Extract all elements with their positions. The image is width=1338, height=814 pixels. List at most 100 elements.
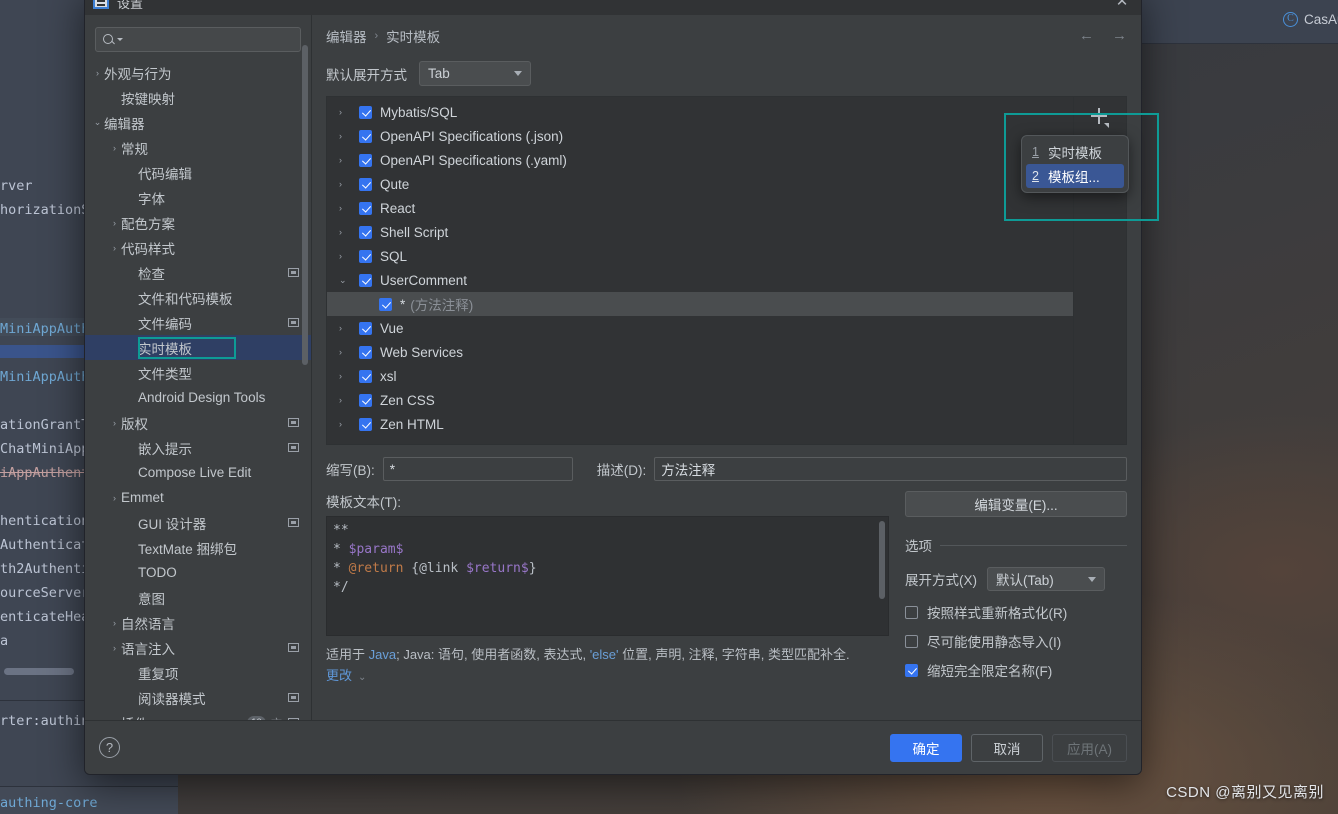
template-checkbox[interactable] [359,154,372,167]
chevron-right-icon[interactable]: › [108,218,121,228]
template-checkbox[interactable] [359,226,372,239]
template-group-row[interactable]: ›xsl [327,364,1110,388]
copy-settings-icon[interactable] [288,318,299,327]
template-group-row[interactable]: ›Mybatis/SQL [327,100,1110,124]
sidebar-item-7[interactable]: ›代码样式 [85,235,311,260]
template-group-row[interactable]: ›Web Services [327,340,1110,364]
forward-arrow-icon[interactable]: → [1112,27,1127,44]
template-group-row[interactable]: ⌄UserComment [327,268,1110,292]
copy-settings-icon[interactable] [288,418,299,427]
copy-settings-icon[interactable] [288,643,299,652]
chevron-right-icon[interactable]: › [339,227,359,237]
edit-variables-button[interactable]: 编辑变量(E)... [905,491,1127,517]
sidebar-item-11[interactable]: 实时模板 [85,335,311,360]
sidebar-item-21[interactable]: 意图 [85,585,311,610]
template-group-row[interactable]: ›OpenAPI Specifications (.yaml) [327,148,1110,172]
sidebar-item-17[interactable]: ›Emmet [85,485,311,510]
help-button[interactable]: ? [99,737,120,758]
chevron-right-icon[interactable]: › [108,618,121,628]
sidebar-item-24[interactable]: 重复项 [85,660,311,685]
template-group-row[interactable]: ›React [327,196,1110,220]
copy-settings-icon[interactable] [288,268,299,277]
sidebar-item-13[interactable]: Android Design Tools [85,385,311,410]
chevron-down-icon[interactable]: ⌄ [91,117,104,128]
sidebar-item-14[interactable]: ›版权 [85,410,311,435]
sidebar-item-23[interactable]: ›语言注入 [85,635,311,660]
sidebar-item-12[interactable]: 文件类型 [85,360,311,385]
checkbox[interactable] [905,664,918,677]
template-group-row[interactable]: ›SQL [327,244,1110,268]
add-menu-item-1[interactable]: 2模板组... [1026,164,1124,188]
description-input[interactable]: 方法注释 [654,457,1127,481]
sidebar-item-20[interactable]: TODO [85,560,311,585]
copy-settings-icon[interactable] [288,693,299,702]
template-checkbox[interactable] [359,418,372,431]
change-context-link[interactable]: 更改⌄ [326,665,889,684]
applies-language-link[interactable]: Java [369,647,396,662]
template-checkbox[interactable] [359,274,372,287]
sidebar-item-25[interactable]: 阅读器模式 [85,685,311,710]
breadcrumb-root[interactable]: 编辑器 [326,26,367,46]
chevron-right-icon[interactable]: › [339,179,359,189]
sidebar-item-6[interactable]: ›配色方案 [85,210,311,235]
template-item-row[interactable]: *(方法注释) [327,292,1110,316]
expand-with-select[interactable]: 默认(Tab) [987,567,1105,591]
chevron-right-icon[interactable]: › [108,493,121,503]
option-checkbox-row-0[interactable]: 按照样式重新格式化(R) [905,602,1127,622]
template-group-row[interactable]: ›Qute [327,172,1110,196]
back-arrow-icon[interactable]: ← [1079,27,1094,44]
chevron-right-icon[interactable]: › [339,323,359,333]
template-group-row[interactable]: ›Zen HTML [327,412,1110,436]
add-template-button[interactable] [1088,105,1110,127]
sidebar-item-18[interactable]: GUI 设计器 [85,510,311,535]
template-checkbox[interactable] [359,394,372,407]
sidebar-item-9[interactable]: 文件和代码模板 [85,285,311,310]
copy-settings-icon[interactable] [288,443,299,452]
sidebar-item-26[interactable]: 插件10文 [85,710,311,720]
sidebar-item-5[interactable]: 字体 [85,185,311,210]
sidebar-item-1[interactable]: 按键映射 [85,85,311,110]
checkbox[interactable] [905,635,918,648]
chevron-right-icon[interactable]: › [108,243,121,253]
chevron-right-icon[interactable]: › [339,371,359,381]
add-menu-item-0[interactable]: 1实时模板 [1026,140,1124,164]
chevron-right-icon[interactable]: › [91,68,104,78]
template-checkbox[interactable] [379,298,392,311]
template-group-row[interactable]: ›OpenAPI Specifications (.json) [327,124,1110,148]
template-checkbox[interactable] [359,130,372,143]
checkbox[interactable] [905,606,918,619]
copy-settings-icon[interactable] [288,518,299,527]
editor-horizontal-scrollbar[interactable] [4,668,74,675]
sidebar-item-10[interactable]: 文件编码 [85,310,311,335]
chevron-right-icon[interactable]: › [108,143,121,153]
chevron-right-icon[interactable]: › [339,155,359,165]
template-list[interactable]: ›Mybatis/SQL›OpenAPI Specifications (.js… [327,97,1110,444]
template-checkbox[interactable] [359,106,372,119]
template-group-row[interactable]: ›Zen CSS [327,388,1110,412]
copy-settings-icon[interactable] [288,718,299,720]
template-checkbox[interactable] [359,178,372,191]
chevron-down-icon[interactable]: ⌄ [339,275,359,286]
cancel-button[interactable]: 取消 [971,734,1043,762]
chevron-right-icon[interactable]: › [339,419,359,429]
sidebar-item-0[interactable]: ›外观与行为 [85,60,311,85]
close-icon[interactable]: ✕ [1113,0,1131,11]
template-checkbox[interactable] [359,322,372,335]
chevron-right-icon[interactable]: › [339,203,359,213]
code-scrollbar[interactable] [879,521,885,599]
chevron-right-icon[interactable]: › [339,395,359,405]
sidebar-item-16[interactable]: Compose Live Edit [85,460,311,485]
chevron-right-icon[interactable]: › [108,418,121,428]
chevron-right-icon[interactable]: › [339,251,359,261]
sidebar-item-22[interactable]: ›自然语言 [85,610,311,635]
ok-button[interactable]: 确定 [890,734,962,762]
chevron-right-icon[interactable]: › [108,643,121,653]
template-group-row[interactable]: ›Shell Script [327,220,1110,244]
search-input[interactable] [95,27,301,52]
option-checkbox-row-1[interactable]: 尽可能使用静态导入(I) [905,631,1127,651]
template-group-row[interactable]: ›Vue [327,316,1110,340]
chevron-right-icon[interactable]: › [339,131,359,141]
sidebar-item-4[interactable]: 代码编辑 [85,160,311,185]
template-checkbox[interactable] [359,202,372,215]
sidebar-item-19[interactable]: TextMate 捆绑包 [85,535,311,560]
